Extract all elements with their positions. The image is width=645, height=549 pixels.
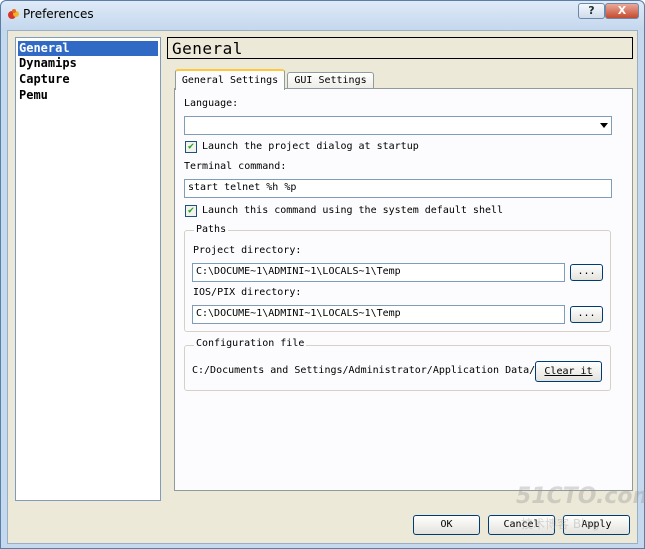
category-item-general[interactable]: General [18,41,158,56]
ios-dir-label: IOS/PIX directory: [193,287,302,298]
category-item-capture[interactable]: Capture [18,72,70,87]
language-label: Language: [184,98,239,109]
launch-dialog-checkbox[interactable]: ✔ [185,141,197,153]
default-shell-label: Launch this command using the system def… [202,205,504,216]
project-dir-input[interactable]: C:\DOCUME~1\ADMINI~1\LOCALS~1\Temp [192,263,565,282]
chevron-down-icon[interactable] [600,123,608,128]
project-dir-label: Project directory: [193,245,302,256]
page-title-box: General [167,37,633,59]
help-button[interactable]: ? [578,3,605,19]
title-bar[interactable]: Preferences ? X [1,1,644,29]
config-file-group-label: Configuration file [194,338,307,349]
window-title: Preferences [23,7,94,21]
launch-dialog-label: Launch the project dialog at startup [202,141,419,152]
app-icon [8,9,19,19]
category-item-pemu[interactable]: Pemu [18,88,48,103]
terminal-command-input[interactable]: start telnet %h %p [184,179,612,198]
close-button[interactable]: X [605,3,639,19]
clear-config-button[interactable]: Clear it [535,361,602,382]
paths-group-label: Paths [194,224,229,235]
watermark-subtitle: 技术博客 Blog [521,517,600,531]
dialog-body: General Dynamips Capture Pemu General Ge… [7,30,638,544]
ios-dir-input[interactable]: C:\DOCUME~1\ADMINI~1\LOCALS~1\Temp [192,305,565,324]
ios-dir-browse-button[interactable]: ... [570,306,603,323]
tab-general-settings[interactable]: General Settings [175,69,285,90]
category-item-dynamips[interactable]: Dynamips [18,56,77,71]
preferences-window: Preferences ? X General Dynamips Capture… [0,0,645,549]
terminal-command-label: Terminal command: [184,161,287,172]
config-file-path: C:/Documents and Settings/Administrator/… [192,365,560,376]
category-list[interactable]: General Dynamips Capture Pemu [15,37,161,501]
ok-button[interactable]: OK [413,515,480,535]
project-dir-browse-button[interactable]: ... [570,264,603,281]
page-title: General [172,39,243,58]
default-shell-checkbox[interactable]: ✔ [185,205,197,217]
tab-gui-settings[interactable]: GUI Settings [287,72,374,89]
watermark-logo: 51CTO.com [516,484,645,509]
language-select[interactable] [184,116,612,135]
